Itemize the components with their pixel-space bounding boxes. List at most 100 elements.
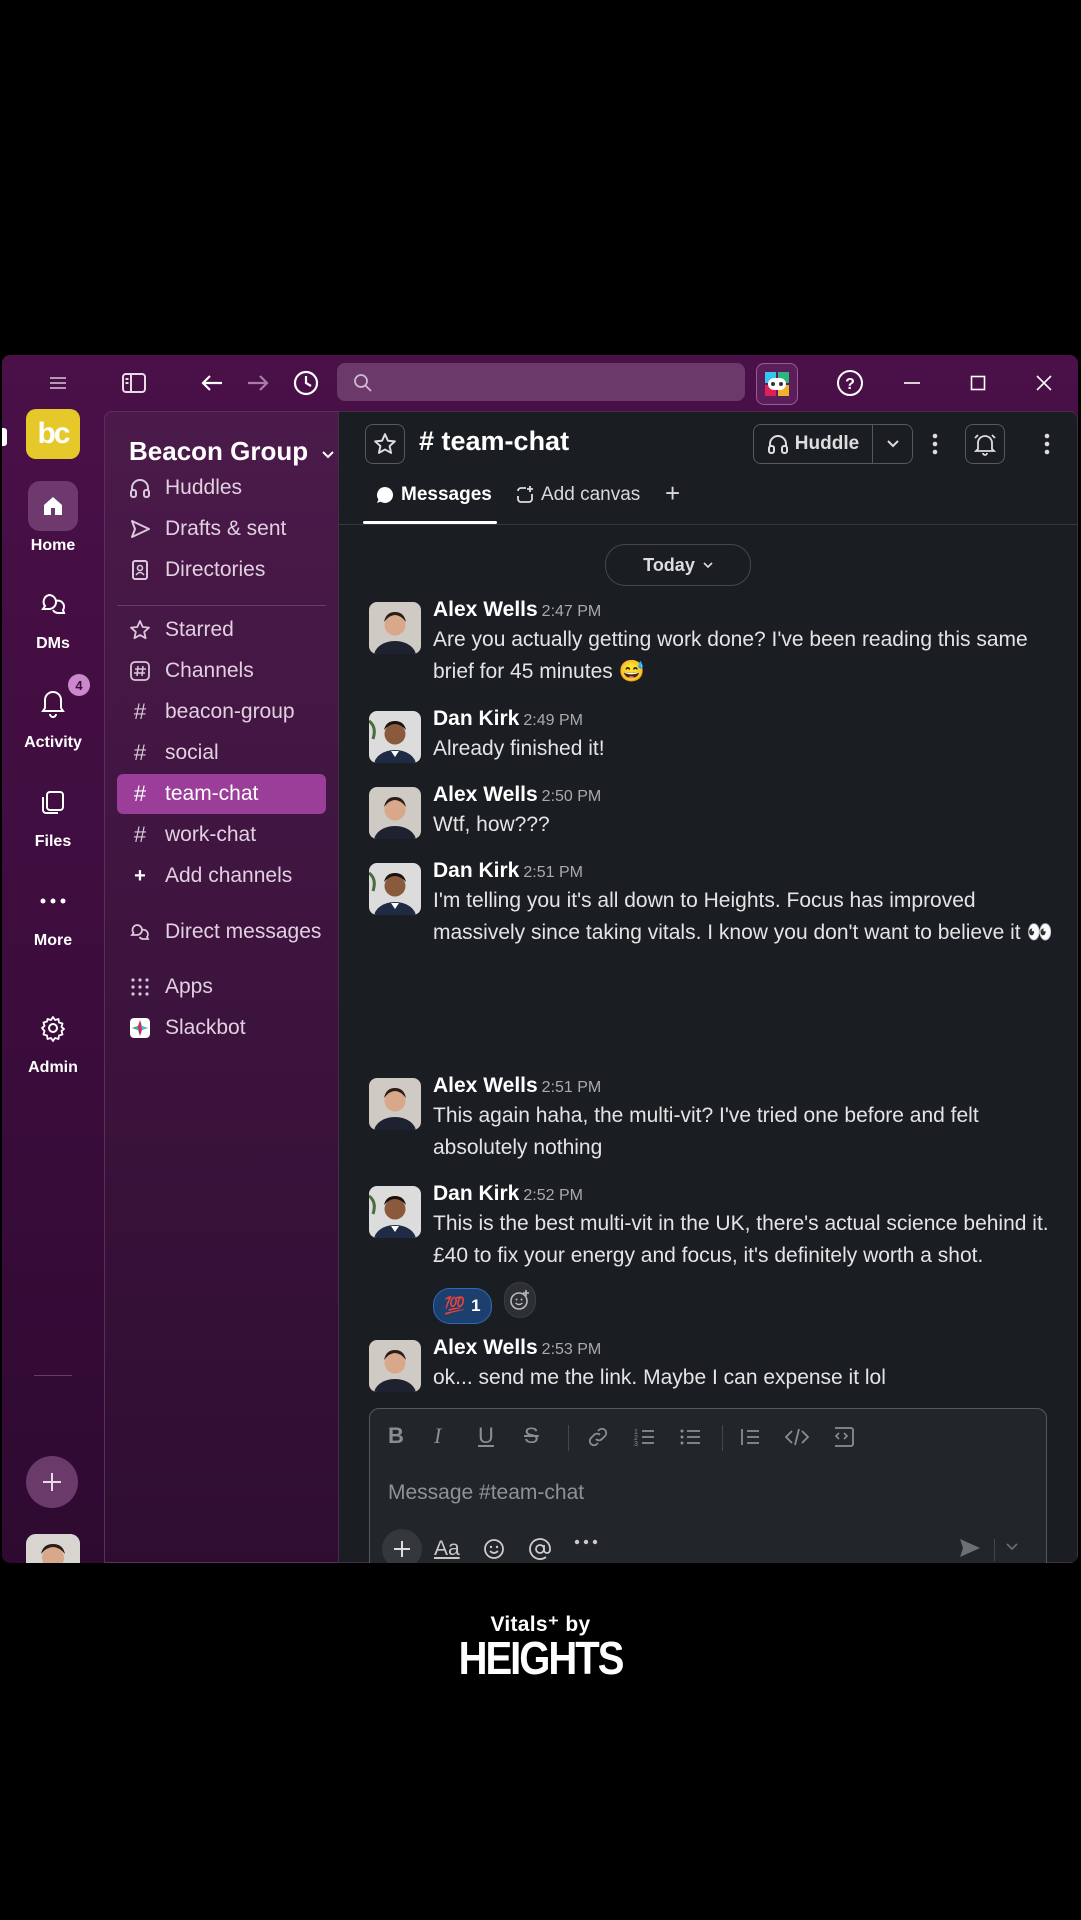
message-time[interactable]: 2:50 PM [542,788,602,805]
reaction-pill[interactable]: 💯 1 [433,1288,492,1324]
menu-icon[interactable] [40,365,76,401]
maximize-icon[interactable] [960,365,996,401]
forward-arrow-icon[interactable] [240,365,276,401]
mention-button[interactable] [528,1537,552,1561]
sidebar-item-channels[interactable]: Channels [117,651,326,691]
notifications-button[interactable] [965,424,1005,464]
message-time[interactable]: 2:51 PM [542,1079,602,1096]
avatar[interactable] [369,1186,421,1238]
help-icon[interactable]: ? [832,365,868,401]
add-channels-button[interactable]: + Add channels [117,856,326,896]
rail-item-dms[interactable]: DMs [2,579,104,653]
add-workspace-button[interactable] [26,1456,78,1508]
huddle-options-button[interactable] [873,425,912,463]
avatar[interactable] [369,1340,421,1392]
rail-item-activity[interactable]: 4 Activity [2,674,104,752]
sidebar-item-starred[interactable]: Starred [117,610,326,650]
message-author[interactable]: Alex Wells [433,783,538,806]
message-time[interactable]: 2:52 PM [523,1187,583,1204]
attach-button[interactable] [382,1529,422,1563]
italic-icon[interactable]: I [434,1423,441,1449]
channel-title[interactable]: # team-chat [419,426,569,457]
message-input[interactable]: Message #team-chat [388,1481,584,1505]
avatar[interactable] [369,863,421,915]
send-options-button[interactable] [1006,1543,1018,1551]
sidebar-item-drafts[interactable]: Drafts & sent [117,509,326,549]
add-emoji-icon [510,1290,530,1310]
sidebar-item-slackbot[interactable]: Slackbot [117,1008,326,1048]
star-channel-button[interactable] [365,424,405,464]
sidebar-item-direct-messages[interactable]: Direct messages [117,912,326,952]
message-author[interactable]: Alex Wells [433,598,538,621]
channel-work-chat[interactable]: # work-chat [117,815,326,855]
close-icon[interactable] [1026,365,1062,401]
message-author[interactable]: Dan Kirk [433,1182,519,1205]
history-icon[interactable] [288,365,324,401]
tab-messages[interactable]: Messages [375,484,492,506]
sidebar-item-directories[interactable]: Directories [117,550,326,590]
message-time[interactable]: 2:49 PM [523,712,583,729]
emoji-button[interactable] [482,1537,506,1561]
message-time[interactable]: 2:53 PM [542,1341,602,1358]
ai-assistant-icon[interactable] [756,363,798,405]
add-tab-button[interactable]: + [665,478,680,509]
code-icon[interactable] [784,1425,810,1455]
channel-more-button[interactable] [925,430,945,458]
plus-icon: + [134,864,146,887]
rail-label: Home [30,537,76,554]
rail-item-files[interactable]: Files [2,777,104,851]
bold-icon[interactable]: B [388,1423,404,1449]
avatar[interactable] [369,602,421,654]
bullet-list-icon[interactable] [678,1425,702,1455]
blockquote-icon[interactable] [738,1425,762,1455]
minimize-icon[interactable] [894,365,930,401]
back-arrow-icon[interactable] [194,365,230,401]
message-author[interactable]: Dan Kirk [433,707,519,730]
more-actions-button[interactable] [574,1539,598,1545]
avatar[interactable] [369,711,421,763]
sidebar-item-apps[interactable]: Apps [117,967,326,1007]
avatar[interactable] [369,787,421,839]
channel-beacon-group[interactable]: # beacon-group [117,692,326,732]
channel-team-chat[interactable]: # team-chat [117,774,326,814]
chevron-down-icon [703,562,713,569]
rail-item-admin[interactable]: Admin [2,1003,104,1077]
code-block-icon[interactable] [830,1425,856,1455]
formatting-label: Aa [434,1537,460,1560]
activity-badge: 4 [68,674,90,696]
toolbar-divider [568,1425,569,1451]
tab-add-canvas[interactable]: Add canvas [515,484,640,506]
huddle-button[interactable]: Huddle [754,425,873,463]
avatar[interactable] [369,1078,421,1130]
message-author[interactable]: Alex Wells [433,1074,538,1097]
underline-icon[interactable]: U [478,1423,494,1449]
date-divider[interactable]: Today [605,544,751,586]
workspace-name[interactable]: Beacon Group [129,436,335,467]
message-author[interactable]: Alex Wells [433,1336,538,1359]
workspace-logo[interactable]: bc [26,409,80,459]
message-author[interactable]: Dan Kirk [433,859,519,882]
sidebar-toggle-icon[interactable] [116,365,152,401]
strikethrough-icon[interactable]: S [524,1423,539,1449]
more-options-button[interactable] [1037,430,1057,458]
rail-item-more[interactable]: More [2,876,104,950]
rail-item-home[interactable]: Home [2,481,104,555]
sidebar-item-huddles[interactable]: Huddles [117,468,326,508]
sidebar-divider [117,605,326,606]
brand-wordmark: HEIGHTS [458,1633,625,1685]
user-avatar[interactable] [26,1534,80,1563]
message-time[interactable]: 2:51 PM [523,864,583,881]
search-input[interactable] [337,363,745,401]
sidebar-item-label: Slackbot [165,1016,246,1039]
canvas-icon [517,486,533,503]
slackbot-icon [127,1017,153,1039]
send-button[interactable] [958,1537,982,1559]
add-reaction-button[interactable] [504,1282,537,1318]
channel-social[interactable]: # social [117,733,326,773]
message-time[interactable]: 2:47 PM [542,603,602,620]
date-divider-label: Today [643,554,695,575]
search-icon [354,374,372,392]
formatting-toggle-button[interactable]: Aa [434,1537,460,1561]
ordered-list-icon[interactable]: 123 [632,1425,656,1455]
link-icon[interactable] [586,1425,610,1455]
